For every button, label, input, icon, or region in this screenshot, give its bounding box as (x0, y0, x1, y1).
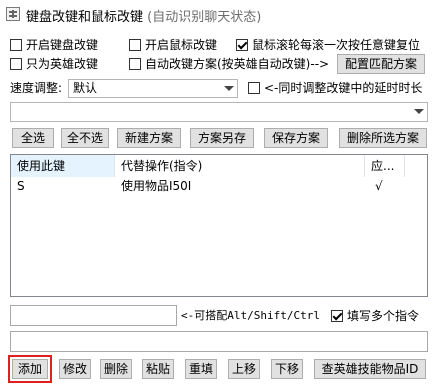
multi-command-checkbox[interactable]: 填写多个指令 (331, 308, 419, 324)
save-scheme-button[interactable]: 保存方案 (264, 128, 328, 148)
column-header-action[interactable]: 代替操作(指令) (115, 155, 365, 177)
auto-scheme-checkbox[interactable]: 自动改键方案(按英雄自动改键)--> (129, 56, 329, 72)
speed-select-value: 默认 (73, 81, 98, 95)
add-button[interactable]: 添加 (8, 355, 52, 383)
select-all-button[interactable]: 全选 (12, 128, 54, 148)
row-applied-check: √ (375, 179, 383, 193)
sync-delay-label: <-同时调整改键中的延时时长 (264, 81, 423, 95)
enable-mouse-label: 开启鼠标改键 (145, 38, 218, 52)
checkbox-box-checked (236, 39, 248, 51)
column-header-key[interactable]: 使用此键 (11, 155, 115, 177)
table-row[interactable]: S 使用物品I50I √ (11, 178, 405, 194)
config-match-scheme-button[interactable]: 配置匹配方案 (337, 54, 425, 74)
refill-button[interactable]: 重填 (185, 359, 217, 379)
new-scheme-button[interactable]: 新建方案 (117, 128, 181, 148)
row-key: S (17, 179, 25, 193)
checkbox-box (10, 39, 22, 51)
enable-mouse-checkbox[interactable]: 开启鼠标改键 (129, 37, 217, 53)
speed-label: 速度调整: (10, 81, 63, 95)
window-title: 键盘改键和鼠标改键 (自动识别聊天状态) (26, 6, 261, 25)
modifier-hint: <-可搭配Alt/Shift/Ctrl (181, 309, 320, 322)
speed-select[interactable]: 默认 (68, 79, 238, 98)
move-down-button[interactable]: 下移 (271, 359, 303, 379)
checkbox-box (129, 58, 141, 70)
delete-button[interactable]: 删除 (100, 359, 132, 379)
sync-delay-checkbox[interactable]: <-同时调整改键中的延时时长 (248, 80, 422, 96)
title-subtitle: (自动识别聊天状态) (147, 10, 262, 25)
save-scheme-as-button[interactable]: 方案另存 (190, 128, 254, 148)
column-header-applied[interactable]: 应... (365, 155, 405, 177)
delete-selected-scheme-button[interactable]: 删除所选方案 (339, 128, 427, 148)
wheel-reset-checkbox[interactable]: 鼠标滚轮每滚一次按任意键复位 (236, 37, 420, 53)
chevron-down-icon (224, 86, 234, 91)
wheel-reset-label: 鼠标滚轮每滚一次按任意键复位 (252, 38, 421, 52)
enable-keyboard-label: 开启键盘改键 (26, 38, 99, 52)
select-none-button[interactable]: 全不选 (61, 128, 109, 148)
checkbox-box (248, 82, 260, 94)
command-input[interactable] (10, 305, 177, 326)
paste-button[interactable]: 粘贴 (142, 359, 174, 379)
move-up-button[interactable]: 上移 (228, 359, 260, 379)
lookup-hero-skill-item-id-button[interactable]: 查英雄技能物品ID (314, 359, 426, 379)
command-detail-input[interactable] (10, 331, 428, 352)
checkbox-box (10, 58, 22, 70)
checkbox-box-checked (331, 310, 343, 322)
checkbox-box (129, 39, 141, 51)
chevron-down-icon (414, 109, 424, 114)
enable-keyboard-checkbox[interactable]: 开启键盘改键 (10, 37, 98, 53)
row-action: 使用物品I50I (121, 179, 192, 193)
hero-only-label: 只为英雄改键 (26, 57, 99, 71)
app-keyboard-icon (6, 7, 20, 21)
title-text: 键盘改键和鼠标改键 (26, 10, 144, 25)
key-mapping-table[interactable]: 使用此键 代替操作(指令) 应... S 使用物品I50I √ (10, 154, 428, 297)
modify-button[interactable]: 修改 (59, 359, 91, 379)
hero-only-checkbox[interactable]: 只为英雄改键 (10, 56, 98, 72)
scheme-select[interactable] (10, 102, 428, 122)
multi-command-label: 填写多个指令 (347, 309, 420, 323)
auto-scheme-label: 自动改键方案(按英雄自动改键)--> (145, 57, 330, 71)
